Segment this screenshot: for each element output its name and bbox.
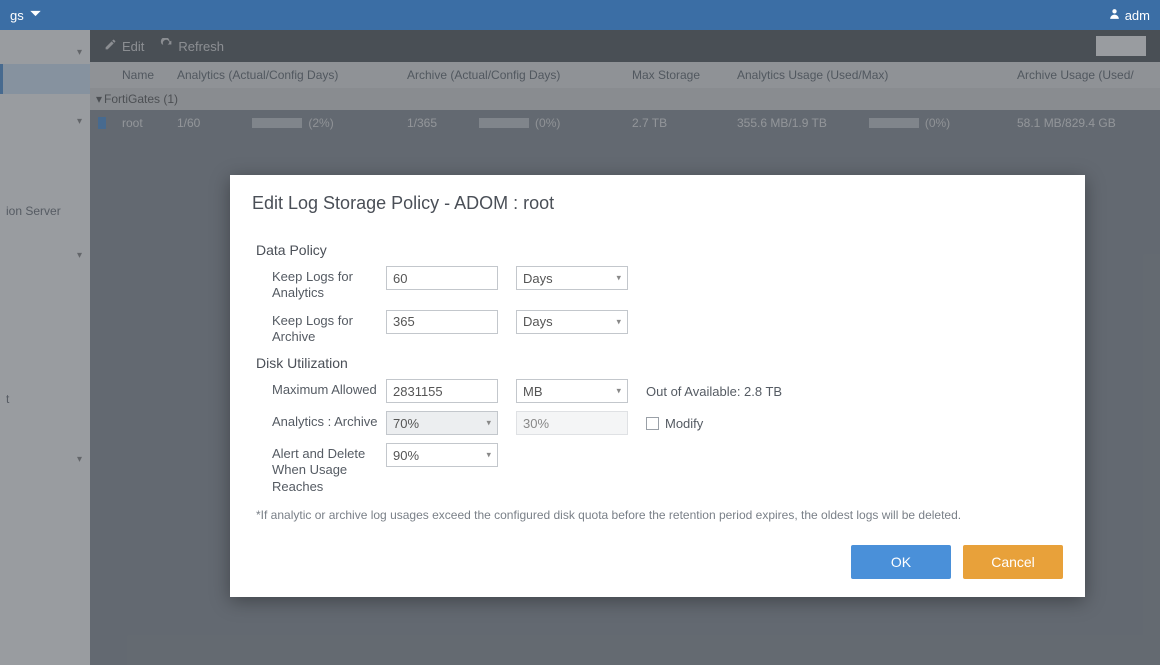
modal-footer: OK Cancel xyxy=(230,529,1085,597)
top-bar: gs adm xyxy=(0,0,1160,30)
keep-archive-unit-select[interactable]: Days ▾ xyxy=(516,310,628,334)
row-alert-delete: Alert and Delete When Usage Reaches 90% … xyxy=(256,443,1059,495)
keep-archive-input[interactable] xyxy=(386,310,498,334)
chevron-down-icon: ▾ xyxy=(616,386,621,397)
ratio-archive-readonly: 30% xyxy=(516,411,628,435)
ratio-analytics-select[interactable]: 70% ▾ xyxy=(386,411,498,435)
user-icon xyxy=(1108,7,1121,23)
topbar-menu-label: gs xyxy=(10,8,24,23)
ratio-label: Analytics : Archive xyxy=(256,411,386,430)
chevron-down-icon xyxy=(29,7,42,23)
select-value: MB xyxy=(523,384,543,399)
topbar-user[interactable]: adm xyxy=(1108,7,1150,23)
row-keep-analytics: Keep Logs for Analytics Days ▾ xyxy=(256,266,1059,302)
max-allowed-label: Maximum Allowed xyxy=(256,379,386,398)
cancel-button[interactable]: Cancel xyxy=(963,545,1063,579)
row-keep-archive: Keep Logs for Archive Days ▾ xyxy=(256,310,1059,346)
chevron-down-icon: ▾ xyxy=(616,273,621,284)
modify-checkbox[interactable] xyxy=(646,417,659,430)
keep-analytics-label: Keep Logs for Analytics xyxy=(256,266,386,302)
ok-button-label: OK xyxy=(891,554,911,570)
modal-body: Data Policy Keep Logs for Analytics Days… xyxy=(230,224,1085,529)
ok-button[interactable]: OK xyxy=(851,545,951,579)
alert-threshold-select[interactable]: 90% ▾ xyxy=(386,443,498,467)
keep-archive-label: Keep Logs for Archive xyxy=(256,310,386,346)
select-value: Days xyxy=(523,314,553,329)
readonly-value: 30% xyxy=(523,416,549,431)
footnote: *If analytic or archive log usages excee… xyxy=(256,507,1059,523)
chevron-down-icon: ▾ xyxy=(486,450,491,461)
select-value: Days xyxy=(523,271,553,286)
section-data-policy: Data Policy xyxy=(256,242,1059,258)
modal-title: Edit Log Storage Policy - ADOM : root xyxy=(230,175,1085,224)
select-value: 70% xyxy=(393,416,419,431)
row-ratio: Analytics : Archive 70% ▾ 30% Modify xyxy=(256,411,1059,435)
chevron-down-icon: ▾ xyxy=(616,316,621,327)
select-value: 90% xyxy=(393,448,419,463)
alert-label: Alert and Delete When Usage Reaches xyxy=(256,443,386,495)
out-of-available: Out of Available: 2.8 TB xyxy=(646,384,782,399)
max-allowed-input[interactable] xyxy=(386,379,498,403)
row-max-allowed: Maximum Allowed MB ▾ Out of Available: 2… xyxy=(256,379,1059,403)
modify-label: Modify xyxy=(665,416,703,431)
edit-log-storage-modal: Edit Log Storage Policy - ADOM : root Da… xyxy=(230,175,1085,597)
topbar-menu[interactable]: gs xyxy=(10,7,42,23)
cancel-button-label: Cancel xyxy=(991,554,1035,570)
max-allowed-unit-select[interactable]: MB ▾ xyxy=(516,379,628,403)
chevron-down-icon: ▾ xyxy=(486,418,491,429)
keep-analytics-input[interactable] xyxy=(386,266,498,290)
section-disk-utilization: Disk Utilization xyxy=(256,355,1059,371)
keep-analytics-unit-select[interactable]: Days ▾ xyxy=(516,266,628,290)
topbar-user-label: adm xyxy=(1125,8,1150,23)
